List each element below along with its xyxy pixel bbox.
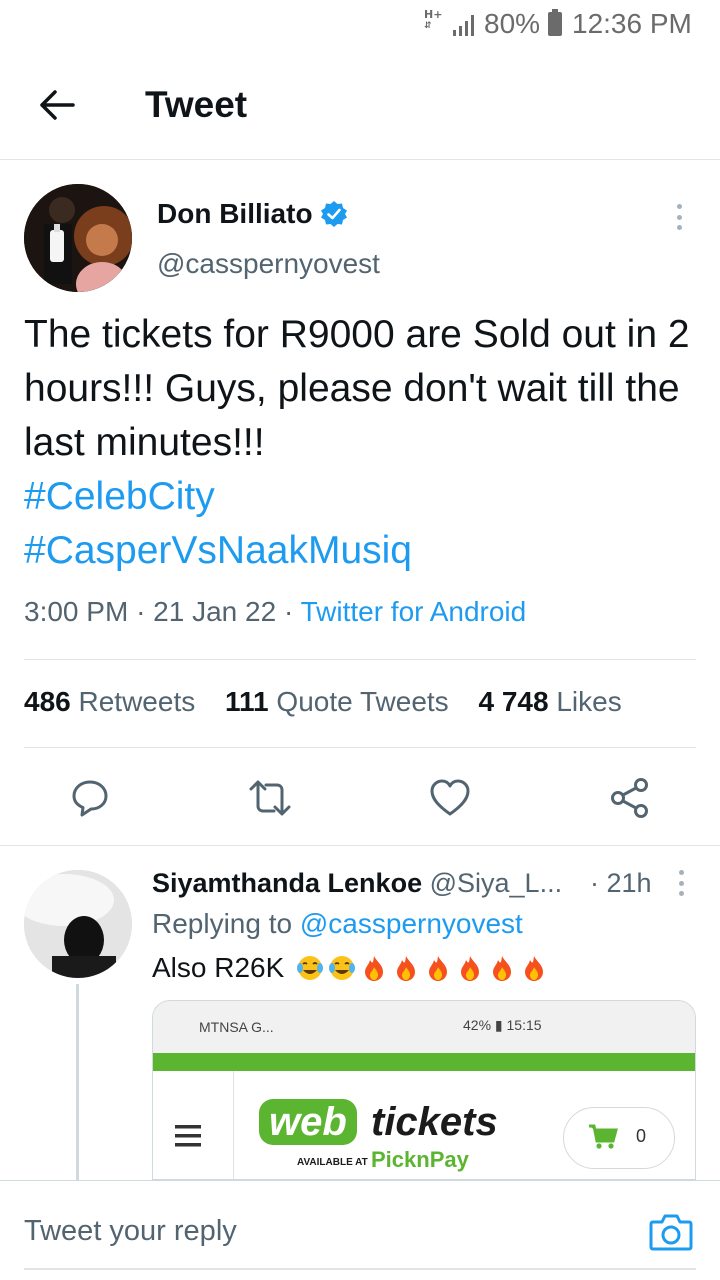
hashtag-link[interactable]: #CelebCity (24, 470, 704, 524)
tweet-source-link[interactable]: Twitter for Android (301, 596, 527, 627)
page-title: Tweet (145, 84, 248, 125)
tweet-stats: 486 Retweets 111 Quote Tweets 4 748 Like… (24, 686, 622, 718)
available-at-label: AVAILABLE AT (297, 1157, 368, 1168)
retweet-button[interactable] (242, 770, 298, 826)
tweet-actions (0, 770, 720, 826)
top-app-bar: Tweet (0, 50, 720, 160)
dot-icon (678, 880, 684, 886)
divider (0, 845, 720, 846)
joy-emoji-icon (329, 956, 356, 980)
camera-button[interactable] (646, 1209, 696, 1255)
tweet-text: The tickets for R9000 are Sold out in 2 … (24, 308, 704, 578)
reply-author-handle[interactable]: @Siya_L... (430, 868, 562, 898)
tweet-date: 21 Jan 22 (153, 596, 277, 627)
fire-emoji-icon (525, 956, 544, 981)
divider (24, 747, 696, 748)
reply-author-name[interactable]: Siyamthanda Lenkoe (152, 868, 422, 898)
tweet-meta: 3:00 PM · 21 Jan 22 · Twitter for Androi… (24, 596, 527, 627)
battery-icon (548, 9, 562, 36)
replying-to-link[interactable]: @casspernyovest (300, 908, 523, 939)
cart-count: 0 (636, 1126, 647, 1146)
dot-icon (678, 891, 684, 896)
share-button[interactable] (602, 770, 658, 826)
quotes-stat[interactable]: 111 Quote Tweets (225, 686, 449, 717)
heart-icon (430, 779, 470, 816)
media-carrier: MTNSA G... (199, 1019, 274, 1035)
share-icon (611, 778, 648, 818)
network-type: H+ ⇵ (424, 8, 443, 31)
camera-icon (649, 1214, 693, 1251)
arrow-left-icon (40, 90, 75, 120)
media-status-bar: MTNSA G... 42% ▮ 15:15 (153, 1001, 695, 1053)
joy-emoji-icon (297, 956, 324, 980)
more-options-button[interactable] (664, 200, 694, 234)
avatar-image (24, 184, 132, 292)
dot-icon (676, 214, 682, 220)
media-page: web tickets AVAILABLE AT PicknPay 0 (153, 1071, 695, 1179)
cart-button: 0 (563, 1107, 675, 1169)
signal-icon (453, 15, 474, 36)
reply-time: · 21h (590, 868, 652, 898)
cart-icon (589, 1124, 618, 1149)
author-handle[interactable]: @casspernyovest (157, 248, 380, 280)
fire-emoji-icon (493, 956, 512, 981)
status-bar: H+ ⇵ 80% 12:36 PM (0, 0, 720, 50)
dot-icon (676, 204, 682, 209)
reply-text: Also R26K (152, 952, 548, 984)
reply-underline (24, 1268, 696, 1270)
media-green-bar (153, 1053, 695, 1071)
reply-more-button[interactable] (674, 870, 688, 896)
retweets-stat[interactable]: 486 Retweets (24, 686, 195, 717)
likes-stat[interactable]: 4 748 Likes (478, 686, 621, 717)
reply-media-image[interactable]: MTNSA G... 42% ▮ 15:15 web tickets AVAIL… (152, 1000, 696, 1180)
hamburger-icon (175, 1125, 201, 1147)
media-divider (233, 1071, 234, 1179)
avatar-image (24, 870, 132, 978)
reply-header: Siyamthanda Lenkoe @Siya_L... (152, 868, 562, 899)
dot-icon (676, 225, 682, 230)
reply-button[interactable] (62, 770, 118, 826)
tweet-body: The tickets for R9000 are Sold out in 2 … (24, 313, 690, 464)
tweet-time: 3:00 PM (24, 596, 129, 627)
fire-emoji-icon (429, 956, 448, 981)
battery-percent: 80% (484, 8, 541, 39)
clock: 12:36 PM (572, 8, 692, 39)
thread-line (76, 984, 79, 1180)
reply-input[interactable]: Tweet your reply (24, 1215, 237, 1248)
fire-emoji-icon (397, 956, 416, 981)
author-name[interactable]: Don Billiato (157, 198, 313, 230)
author-avatar[interactable] (24, 184, 132, 292)
webtickets-logo-tickets: tickets (371, 1100, 498, 1144)
dot-icon (678, 870, 684, 875)
fire-emoji-icon (365, 956, 384, 981)
reply-composer[interactable]: Tweet your reply (0, 1180, 720, 1280)
verified-badge-icon (321, 201, 347, 227)
comment-bubble-icon (72, 780, 108, 817)
back-button[interactable] (30, 80, 84, 130)
like-button[interactable] (422, 770, 478, 826)
divider (24, 659, 696, 660)
reply-avatar[interactable] (24, 870, 132, 978)
fire-emoji-icon (461, 956, 480, 981)
reply-body: Also R26K (152, 952, 285, 983)
replying-to: Replying to @casspernyovest (152, 908, 523, 939)
hashtag-link[interactable]: #CasperVsNaakMusiq (24, 524, 704, 578)
retweet-icon (249, 780, 291, 816)
media-status-right: 42% ▮ 15:15 (463, 1017, 542, 1033)
partner-logo: PicknPay (371, 1147, 469, 1172)
webtickets-logo-web: web (259, 1099, 357, 1145)
